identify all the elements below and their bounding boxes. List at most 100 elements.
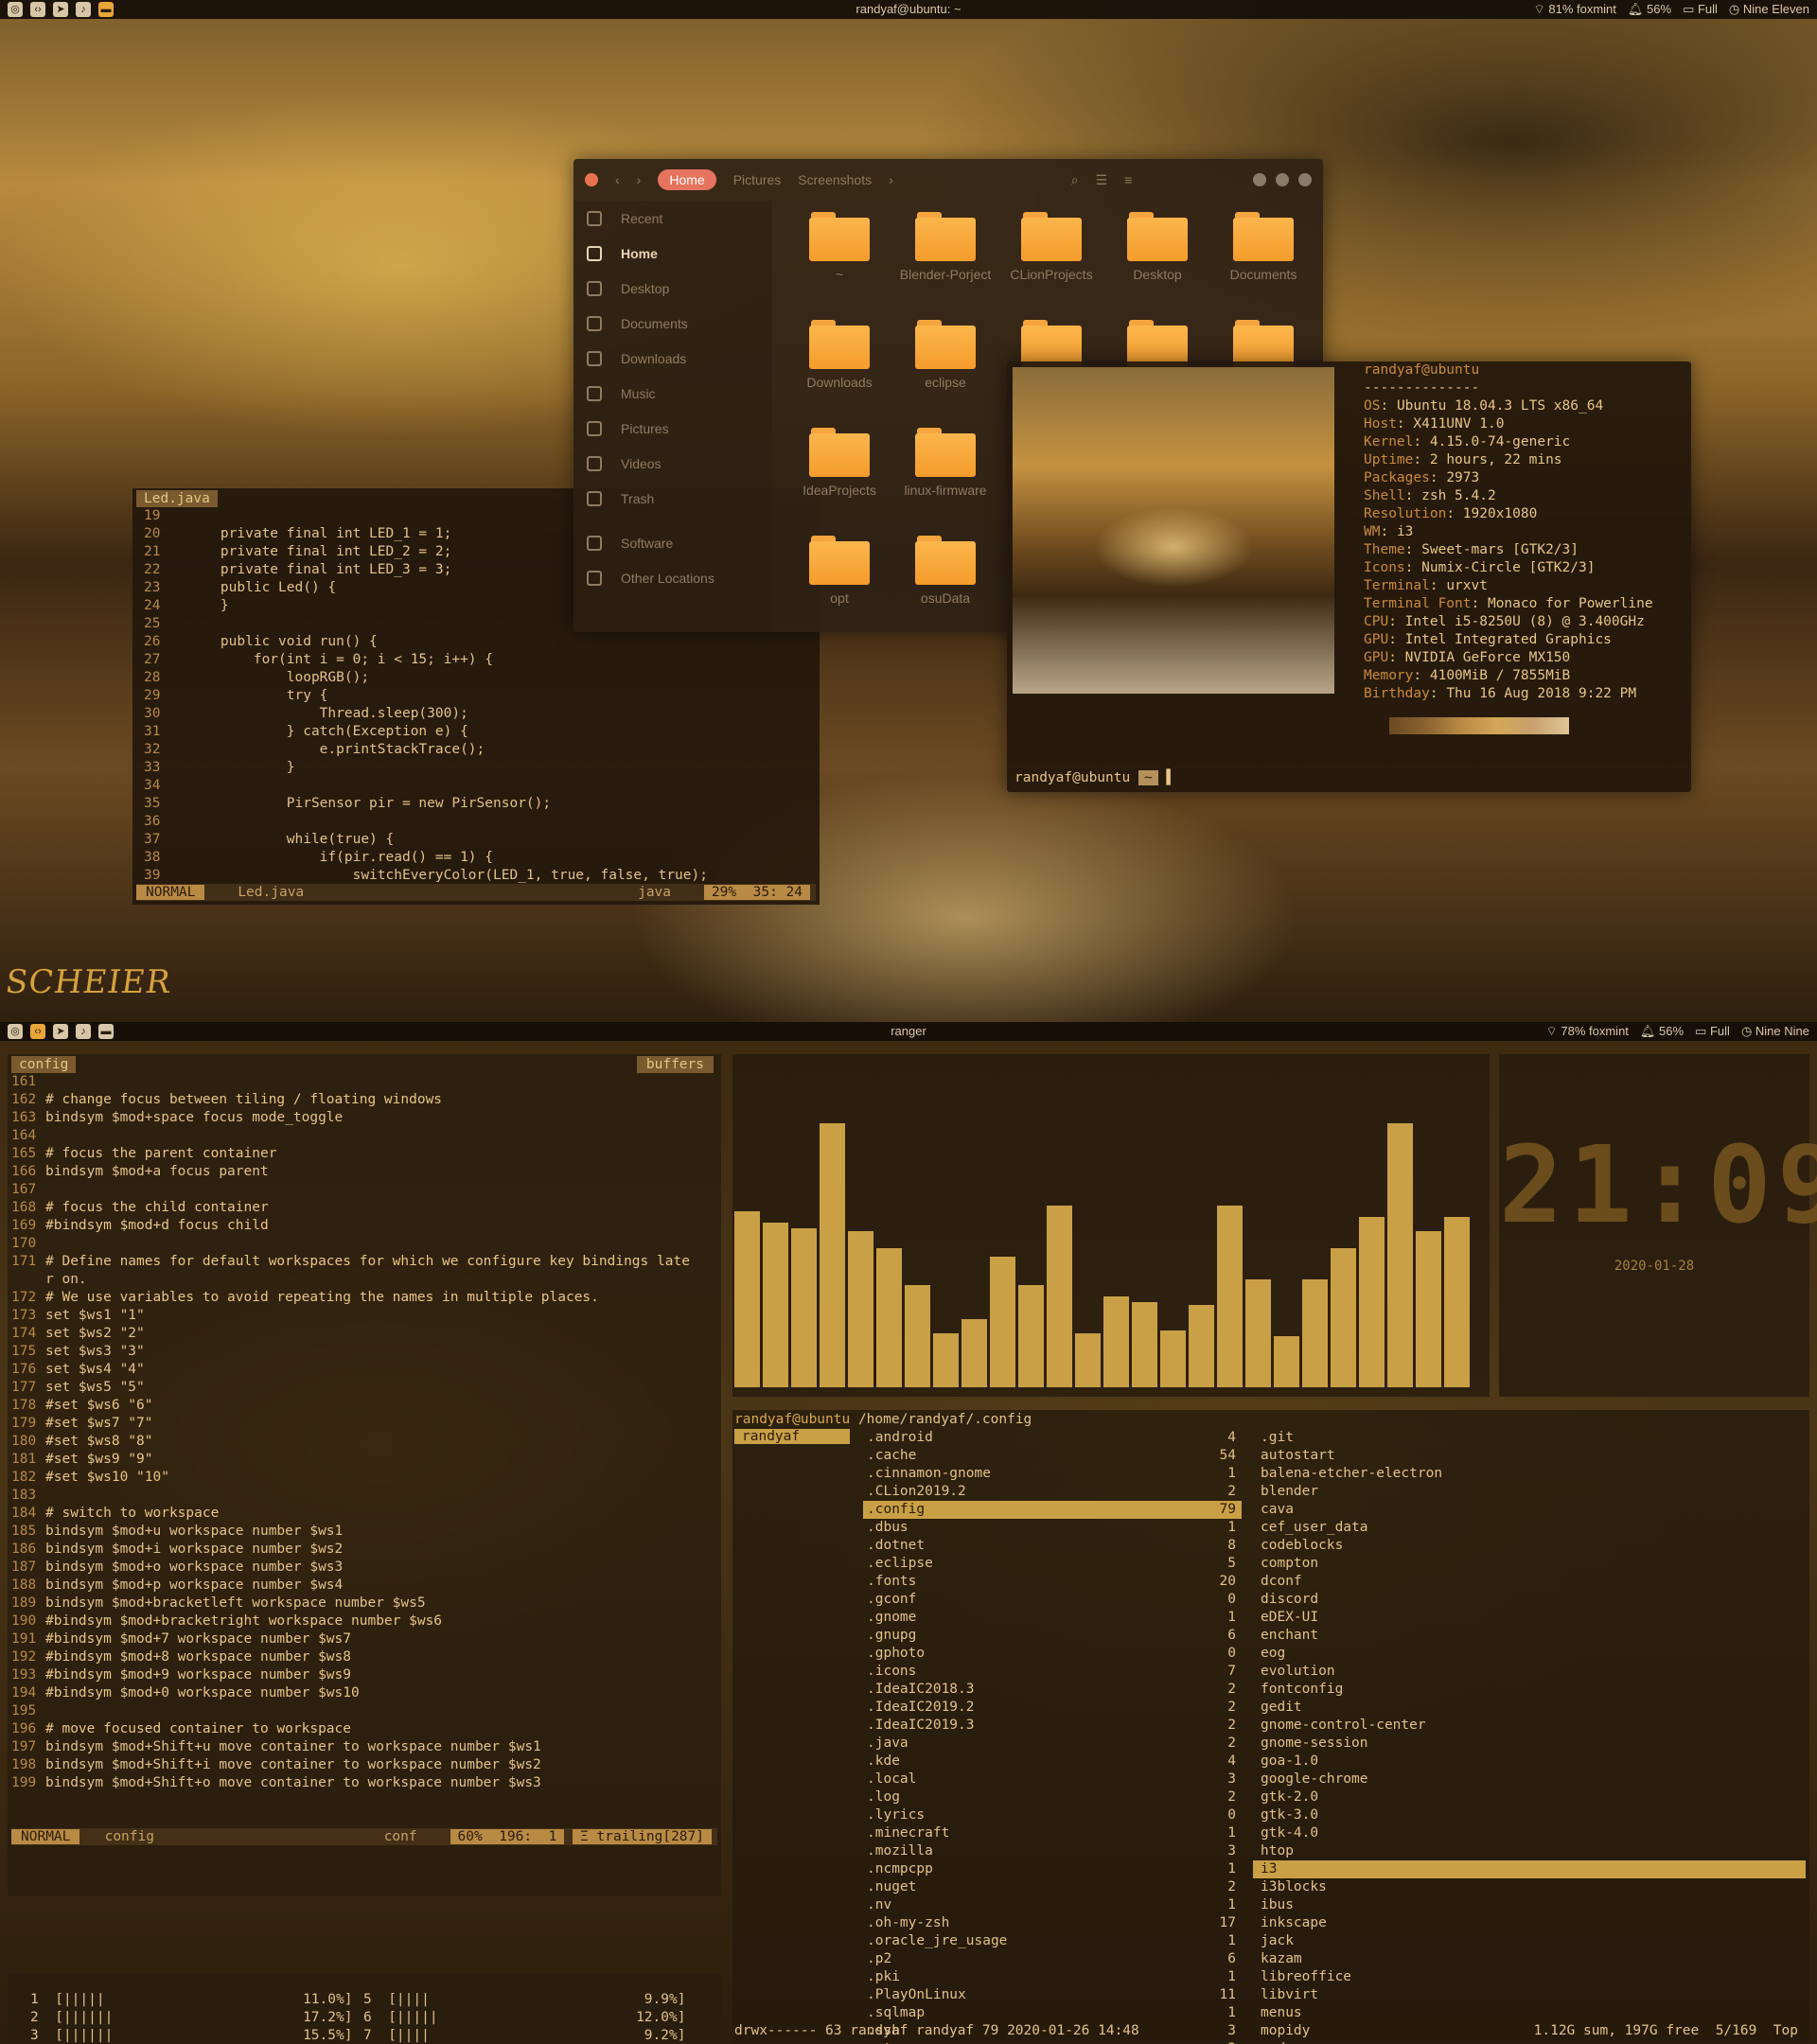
ranger-dir-item[interactable]: .config 79 <box>863 1501 1242 1519</box>
sidebar-item-downloads[interactable]: Downloads <box>573 341 772 376</box>
sidebar-item-software[interactable]: Software <box>573 525 772 560</box>
forward-icon[interactable]: › <box>637 172 642 187</box>
ranger-dir-item[interactable]: .oracle_jre_usage 1 <box>863 1932 1242 1950</box>
ranger-child-item[interactable]: blender <box>1253 1483 1806 1501</box>
ranger-dir-item[interactable]: .log 2 <box>863 1788 1242 1806</box>
ranger-dir-item[interactable]: .dotnet 8 <box>863 1537 1242 1555</box>
ranger-child-item[interactable]: gedit <box>1253 1699 1806 1717</box>
ranger-dir-item[interactable]: .local 3 <box>863 1771 1242 1788</box>
ranger-child-item[interactable]: google-chrome <box>1253 1771 1806 1788</box>
ranger-file-manager[interactable]: randyaf@ubuntu /home/randyaf/.config ran… <box>732 1410 1809 2044</box>
ranger-dir-item[interactable]: .IdeaIC2019.2 2 <box>863 1699 1242 1717</box>
tab-led-java[interactable]: Led.java <box>136 490 218 507</box>
sidebar-item-documents[interactable]: Documents <box>573 306 772 341</box>
ranger-dir-item[interactable]: .gnupg 6 <box>863 1627 1242 1645</box>
ranger-child-item[interactable]: autostart <box>1253 1447 1806 1465</box>
ranger-dir-item[interactable]: .CLion2019.2 2 <box>863 1483 1242 1501</box>
minimize-button[interactable] <box>1253 173 1266 186</box>
ranger-child-item[interactable]: dconf <box>1253 1573 1806 1591</box>
ranger-dir-item[interactable]: .p2 6 <box>863 1950 1242 1968</box>
path-next-icon[interactable]: › <box>889 172 893 187</box>
search-icon[interactable]: ⌕ <box>1071 172 1079 188</box>
menu-icon[interactable]: ≡ <box>1124 172 1132 187</box>
ranger-child-item[interactable]: inkscape <box>1253 1914 1806 1932</box>
ranger-dir-item[interactable]: .nv 1 <box>863 1896 1242 1914</box>
ranger-parent-column[interactable]: randyaf <box>734 1429 850 1444</box>
ranger-child-item[interactable]: menus <box>1253 2004 1806 2022</box>
ranger-dir-item[interactable]: .minecraft 1 <box>863 1824 1242 1842</box>
code-area[interactable]: 161 162 # change focus between tiling / fl… <box>11 1073 690 1792</box>
ranger-child-item[interactable]: gnome-control-center <box>1253 1717 1806 1735</box>
ranger-dir-item[interactable]: .IdeaIC2019.3 2 <box>863 1717 1242 1735</box>
ranger-preview-column[interactable]: .git autostart balena-etcher-electron blend… <box>1253 1429 1806 2044</box>
ranger-child-item[interactable]: gnome-session <box>1253 1735 1806 1753</box>
path-screenshots[interactable]: Screenshots <box>798 172 872 187</box>
ranger-child-item[interactable]: i3 <box>1253 1860 1806 1878</box>
folder-item[interactable]: opt <box>786 530 892 628</box>
folder-item[interactable]: linux-firmware <box>892 422 998 520</box>
view-list-icon[interactable]: ☰ <box>1096 172 1108 188</box>
ranger-child-item[interactable]: ibus <box>1253 1896 1806 1914</box>
ranger-child-item[interactable]: eog <box>1253 1645 1806 1663</box>
ranger-dir-item[interactable]: .oh-my-zsh 17 <box>863 1914 1242 1932</box>
ranger-dir-item[interactable]: .IdeaIC2018.3 2 <box>863 1681 1242 1699</box>
ranger-dir-item[interactable]: .android 4 <box>863 1429 1242 1447</box>
path-pictures[interactable]: Pictures <box>733 172 782 187</box>
folder-item[interactable]: CLionProjects <box>998 206 1104 305</box>
ranger-child-item[interactable]: gtk-4.0 <box>1253 1824 1806 1842</box>
ranger-child-item[interactable]: htop <box>1253 1842 1806 1860</box>
ranger-child-item[interactable]: compton <box>1253 1555 1806 1573</box>
shell-prompt[interactable]: randyaf@ubuntu ~ ▌ <box>1014 770 1174 785</box>
sidebar-item-recent[interactable]: Recent <box>573 201 772 236</box>
ranger-child-item[interactable]: libvirt <box>1253 1986 1806 2004</box>
sidebar-item-music[interactable]: Music <box>573 376 772 411</box>
ranger-child-item[interactable]: discord <box>1253 1591 1806 1609</box>
parent-dir[interactable]: randyaf <box>734 1429 850 1444</box>
ranger-child-item[interactable]: cava <box>1253 1501 1806 1519</box>
ranger-dir-item[interactable]: .fonts 20 <box>863 1573 1242 1591</box>
ranger-dir-item[interactable]: .gphoto 0 <box>863 1645 1242 1663</box>
ranger-child-item[interactable]: gtk-3.0 <box>1253 1806 1806 1824</box>
ranger-child-item[interactable]: cef_user_data <box>1253 1519 1806 1537</box>
folder-item[interactable]: osuData <box>892 530 998 628</box>
back-icon[interactable]: ‹ <box>615 172 620 187</box>
ranger-child-item[interactable]: enchant <box>1253 1627 1806 1645</box>
maximize-button[interactable] <box>1276 173 1289 186</box>
ranger-dir-item[interactable]: .lyrics 0 <box>863 1806 1242 1824</box>
ranger-child-item[interactable]: libreoffice <box>1253 1968 1806 1986</box>
folder-item[interactable]: eclipse <box>892 314 998 413</box>
ranger-child-item[interactable]: codeblocks <box>1253 1537 1806 1555</box>
ranger-dir-item[interactable]: .PlayOnLinux 11 <box>863 1986 1242 2004</box>
ranger-child-item[interactable]: balena-etcher-electron <box>1253 1465 1806 1483</box>
folder-item[interactable]: IdeaProjects <box>786 422 892 520</box>
ranger-dir-item[interactable]: .icons 7 <box>863 1663 1242 1681</box>
ranger-dir-item[interactable]: .gconf 0 <box>863 1591 1242 1609</box>
ranger-dir-item[interactable]: .mozilla 3 <box>863 1842 1242 1860</box>
sidebar-item-other-locations[interactable]: Other Locations <box>573 560 772 595</box>
ranger-dir-item[interactable]: .ncmpcpp 1 <box>863 1860 1242 1878</box>
ranger-dir-item[interactable]: .gnome 1 <box>863 1609 1242 1627</box>
ranger-dir-item[interactable]: .cinnamon-gnome 1 <box>863 1465 1242 1483</box>
path-home[interactable]: Home <box>658 169 716 190</box>
ranger-dir-item[interactable]: .sqlmap 1 <box>863 2004 1242 2022</box>
ranger-child-item[interactable]: jack <box>1253 1932 1806 1950</box>
ranger-current-column[interactable]: .android 4 .cache 54 .cinnamon-gnome 1 .CLion2… <box>863 1429 1242 2044</box>
folder-item[interactable]: Blender-Porject <box>892 206 998 305</box>
ranger-child-item[interactable]: gtk-2.0 <box>1253 1788 1806 1806</box>
folder-item[interactable]: ~ <box>786 206 892 305</box>
ranger-dir-item[interactable]: .kde 4 <box>863 1753 1242 1771</box>
folder-item[interactable]: Downloads <box>786 314 892 413</box>
ranger-child-item[interactable]: eDEX-UI <box>1253 1609 1806 1627</box>
ranger-dir-item[interactable]: .steam 3 <box>863 2040 1242 2044</box>
ranger-dir-item[interactable]: .java 2 <box>863 1735 1242 1753</box>
neofetch-terminal[interactable]: randyaf@ubuntu -------------- OS: Ubuntu 1… <box>1007 361 1691 792</box>
ranger-child-item[interactable]: goa-1.0 <box>1253 1753 1806 1771</box>
sidebar-item-videos[interactable]: Videos <box>573 446 772 481</box>
vim-config-editor[interactable]: config buffers 161 162 # change focus betw… <box>8 1054 721 1896</box>
ranger-dir-item[interactable]: .nuget 2 <box>863 1878 1242 1896</box>
ranger-child-item[interactable]: evolution <box>1253 1663 1806 1681</box>
folder-item[interactable]: Desktop <box>1104 206 1210 305</box>
ranger-child-item[interactable]: i3blocks <box>1253 1878 1806 1896</box>
ranger-dir-item[interactable]: .cache 54 <box>863 1447 1242 1465</box>
close-button[interactable] <box>1298 173 1312 186</box>
